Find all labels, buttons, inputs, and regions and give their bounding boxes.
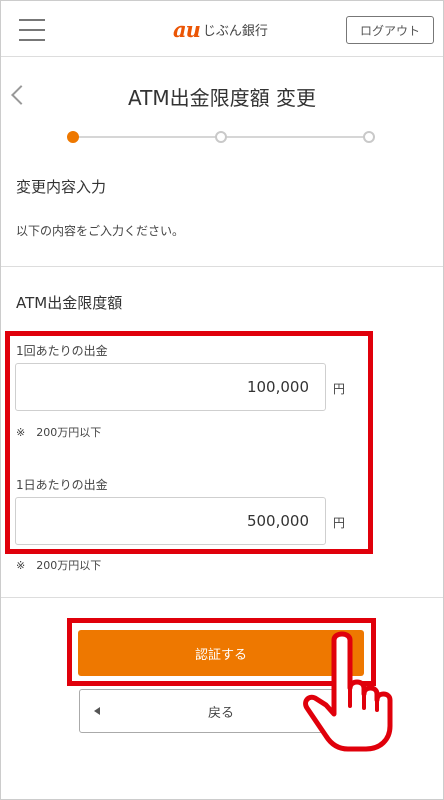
input-highlight-frame [5,331,373,554]
section-heading-change-input: 変更内容入力 [16,178,107,196]
app-header: au じぶん銀行 ログアウト [1,1,443,57]
instruction-text: 以下の内容をご入力ください。 [16,224,185,238]
au-logo-mark: au [173,16,201,42]
per-day-note: ※ 200万円以下 [16,559,102,572]
divider [1,597,443,598]
back-arrow-icon [94,707,100,715]
menu-icon[interactable] [19,19,45,41]
logout-button[interactable]: ログアウト [346,16,434,44]
pointing-hand-icon [303,631,393,752]
divider [1,266,443,267]
step-dot-1 [67,131,79,143]
back-button-label: 戻る [207,705,234,721]
step-dot-3 [363,131,375,143]
step-dot-2 [215,131,227,143]
bank-logo: au じぶん銀行 [173,16,268,42]
section-heading-atm-limit: ATM出金限度額 [16,294,123,312]
logo-text: じぶん銀行 [202,23,268,39]
page-title: ATM出金限度額 変更 [128,86,316,110]
